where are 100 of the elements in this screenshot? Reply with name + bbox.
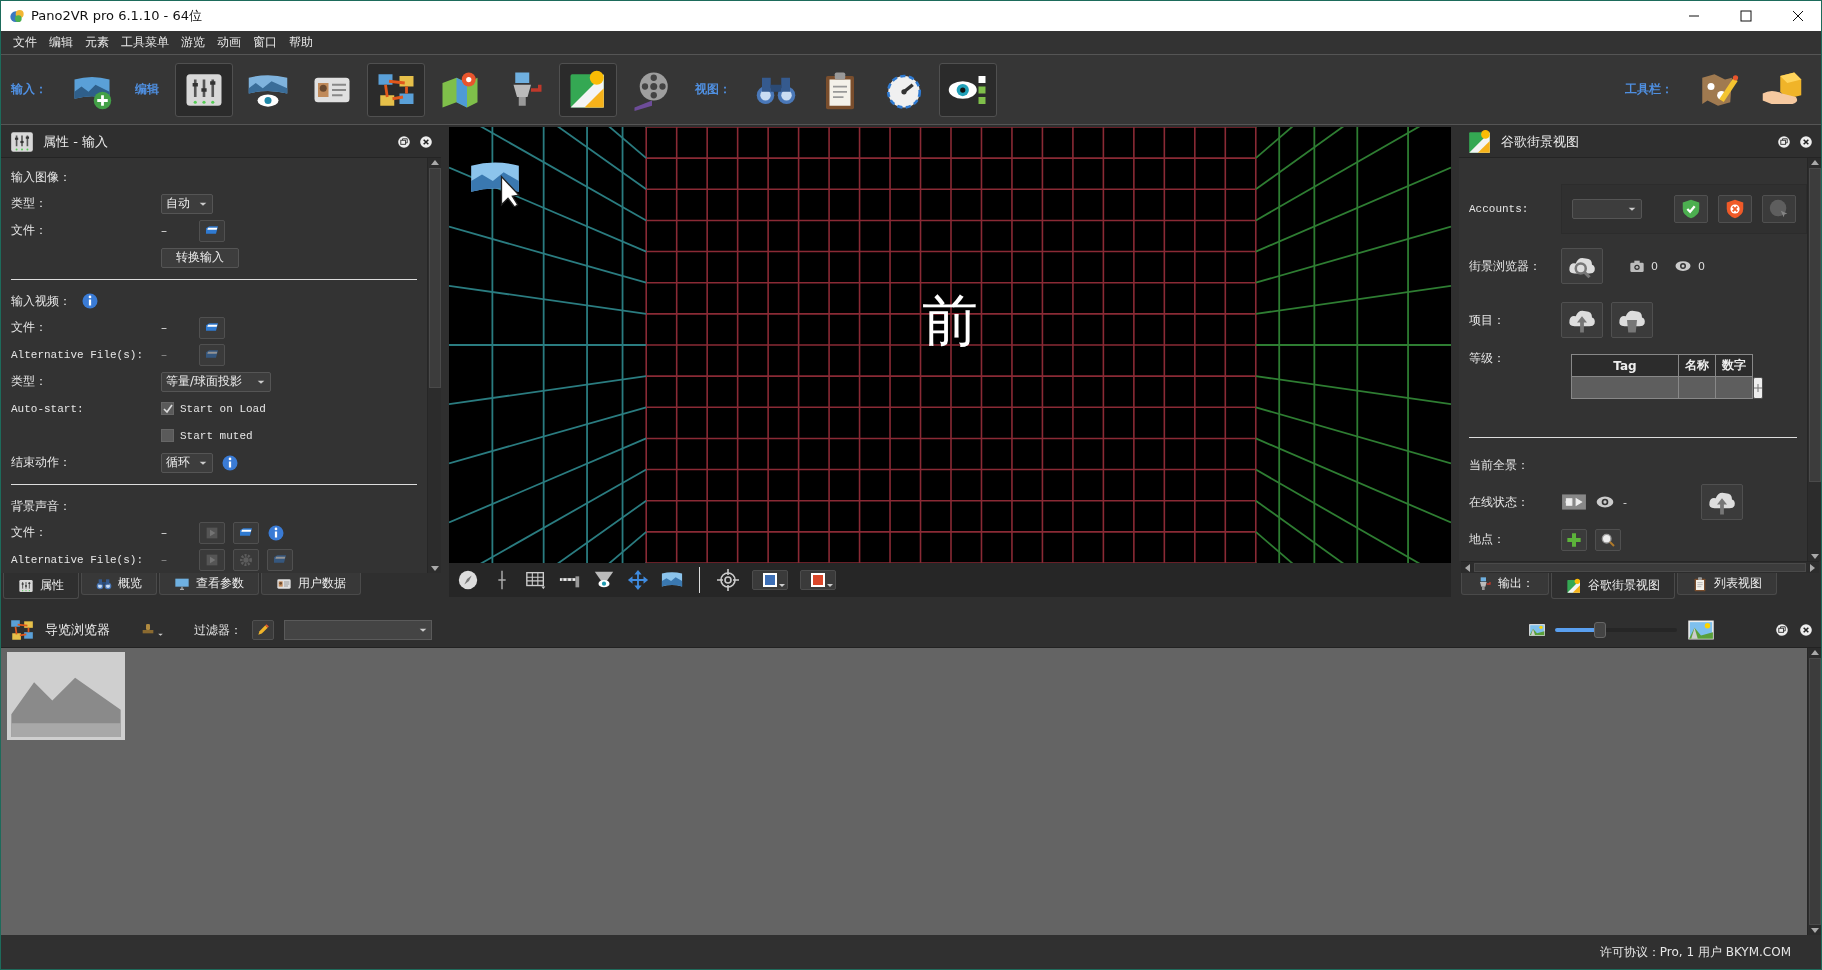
table-grid-icon — [525, 569, 547, 591]
close-icon — [1799, 135, 1813, 149]
target-button[interactable] — [716, 568, 740, 592]
color-picker-button[interactable] — [752, 570, 788, 590]
sliders-icon — [18, 577, 34, 594]
file-value: – — [161, 223, 167, 238]
edit-filter-button[interactable] — [252, 620, 274, 640]
close-panel-button[interactable] — [1799, 623, 1813, 637]
menu-item[interactable]: 窗口 — [247, 32, 283, 53]
dropdown[interactable]: 等量/球面投影 — [161, 371, 271, 392]
toolbar-label: 工具栏： — [1625, 81, 1673, 98]
check-icon — [162, 403, 173, 414]
checkbox[interactable] — [161, 402, 174, 415]
scrollbar[interactable] — [1807, 648, 1821, 935]
field-label: Alternative File(s): — [11, 348, 145, 361]
field-label: Auto-start: — [11, 402, 85, 415]
field-label: 文件： — [11, 222, 48, 239]
sign-in-button[interactable] — [1674, 195, 1708, 223]
field-label: 类型： — [11, 373, 48, 390]
toolbar-button[interactable] — [175, 62, 233, 117]
upload-panorama-button[interactable] — [1701, 484, 1743, 520]
field-label: Accounts: — [1469, 203, 1530, 215]
panel-title: 属性 - 输入 — [43, 133, 109, 151]
caret-icon — [157, 631, 164, 638]
cube-face-label: 前 — [922, 286, 978, 355]
menu-item[interactable]: 编辑 — [43, 32, 79, 53]
app-logo-icon — [9, 8, 25, 24]
linked-photos-icon — [9, 617, 35, 643]
open-file-button[interactable] — [233, 521, 259, 544]
toolbar-button[interactable] — [559, 62, 617, 117]
field-label: 在线状态： — [1469, 493, 1530, 511]
field-label: 文件： — [11, 524, 48, 541]
scrollbar[interactable] — [427, 158, 441, 573]
scrollbar[interactable] — [1807, 158, 1821, 561]
filter-field[interactable] — [284, 620, 432, 640]
stamp-button[interactable] — [140, 622, 164, 638]
float-button[interactable] — [397, 135, 411, 149]
shield-x-icon — [1724, 198, 1746, 220]
close-icon — [419, 135, 433, 149]
photo-count: 0 — [1651, 259, 1658, 273]
street-view-browser-button[interactable] — [1561, 248, 1603, 284]
zoom-slider[interactable] — [1555, 622, 1677, 638]
menu-item[interactable]: 文件 — [7, 32, 43, 53]
plus-icon — [1754, 384, 1762, 392]
toolbar-button[interactable] — [367, 62, 425, 117]
camera-icon — [1629, 258, 1645, 274]
move-button[interactable] — [627, 569, 649, 591]
panel-tab[interactable]: 概览 — [81, 573, 157, 595]
menu-item[interactable]: 元素 — [79, 32, 115, 53]
grid-button[interactable] — [525, 569, 547, 591]
float-window-icon — [1775, 623, 1789, 637]
clipboard-icon — [1692, 575, 1708, 592]
search-icon — [1600, 531, 1616, 548]
field-label: 类型： — [11, 195, 48, 212]
field-label: 街景浏览器： — [1469, 257, 1542, 275]
compass-button[interactable] — [457, 569, 479, 591]
panel-title: 谷歌街景视图 — [1501, 133, 1580, 151]
search-location-button[interactable] — [1595, 528, 1621, 551]
panel-tab[interactable]: 谷歌街景视图 — [1551, 573, 1675, 599]
panel-tab[interactable]: 查看参数 — [159, 573, 259, 595]
color-picker-button[interactable] — [800, 570, 836, 590]
shield-check-icon — [1680, 198, 1702, 220]
menu-item[interactable]: 游览 — [175, 32, 211, 53]
convert-input-button[interactable]: 转换输入 — [161, 247, 239, 268]
upload-button[interactable] — [1561, 302, 1603, 338]
open-file-button[interactable] — [199, 219, 225, 242]
compass-icon — [457, 569, 479, 591]
panel-tab[interactable]: 列表视图 — [1677, 573, 1777, 595]
open-file-button[interactable] — [199, 316, 225, 339]
close-panel-button[interactable] — [419, 135, 433, 149]
sliders-icon — [9, 129, 35, 155]
menu-item[interactable]: 帮助 — [283, 32, 319, 53]
landscape-image-icon — [1529, 622, 1545, 638]
field-label: 地点： — [1469, 531, 1506, 548]
float-button[interactable] — [1775, 623, 1789, 637]
panel-tab[interactable]: 用户数据 — [261, 573, 361, 595]
add-location-button[interactable] — [1561, 528, 1587, 551]
checkbox[interactable] — [161, 429, 174, 442]
plus-icon — [1566, 531, 1582, 548]
file-value: – — [161, 552, 167, 567]
panel-tab[interactable]: 属性 — [3, 573, 79, 599]
window-title: Pano2VR pro 6.1.10 - 64位 — [31, 7, 203, 25]
field-label: 项目： — [1469, 311, 1506, 329]
add-row-button[interactable] — [1753, 377, 1763, 399]
pencil-icon — [256, 623, 270, 637]
toolbar-button[interactable] — [939, 62, 997, 117]
toolbar-label: 视图： — [695, 81, 731, 98]
move-arrows-icon — [627, 569, 649, 591]
maximize-icon — [1740, 10, 1752, 22]
menu-item[interactable]: 工具菜单 — [115, 32, 175, 53]
menu-item[interactable]: 动画 — [211, 32, 247, 53]
gear-icon — [238, 551, 254, 568]
close-panel-button[interactable] — [1799, 135, 1813, 149]
dropdown[interactable]: 自动 — [161, 193, 213, 214]
dropdown[interactable]: 循环 — [161, 452, 213, 473]
sign-out-button[interactable] — [1718, 195, 1752, 223]
horizontal-scrollbar[interactable] — [1461, 561, 1819, 573]
panel-tab[interactable]: 输出： — [1461, 573, 1549, 595]
delete-button[interactable] — [1611, 302, 1653, 338]
float-button[interactable] — [1777, 135, 1791, 149]
